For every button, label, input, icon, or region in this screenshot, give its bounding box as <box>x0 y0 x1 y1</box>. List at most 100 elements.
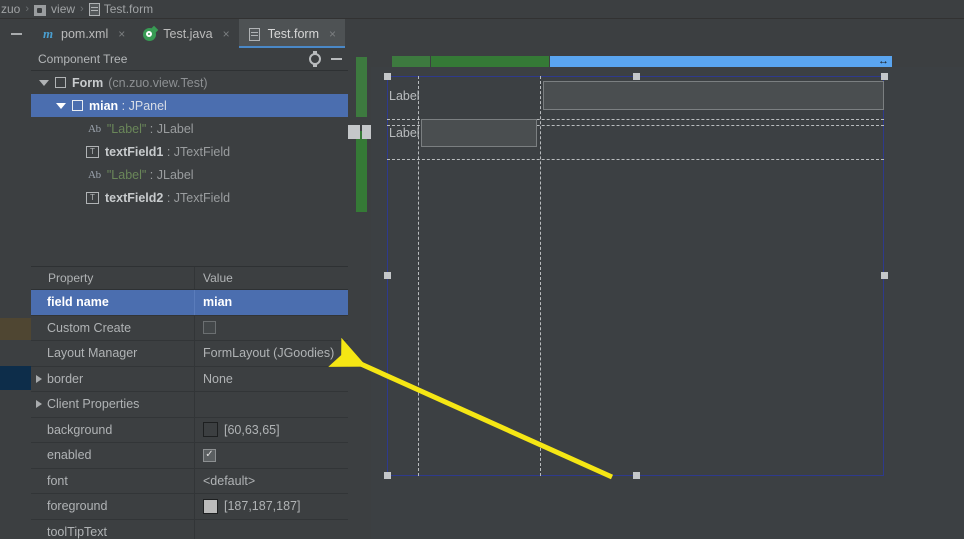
tree-item-label: "Label" <box>106 167 147 182</box>
color-value-label: [187,187,187] <box>224 499 301 514</box>
color-swatch <box>203 422 218 438</box>
chevron-down-icon[interactable] <box>39 79 49 86</box>
form-designer[interactable]: ↔ Label Label <box>348 48 964 539</box>
horizontal-ruler[interactable]: ↔ <box>392 56 892 67</box>
tab-test-form[interactable]: Test.form × <box>238 19 346 48</box>
chevron-right-icon[interactable] <box>36 374 42 383</box>
property-value[interactable] <box>195 392 348 417</box>
property-name: foreground <box>31 494 195 519</box>
textfield-icon: T <box>86 145 99 158</box>
design-textfield2[interactable] <box>421 119 537 147</box>
column-header-property: Property <box>31 267 195 289</box>
tab-test-java[interactable]: Test.java × <box>134 19 238 48</box>
hruler-segment[interactable] <box>392 56 430 67</box>
form-file-icon <box>88 2 100 16</box>
property-row-custom-create[interactable]: Custom Create <box>31 315 348 341</box>
form-file-icon <box>248 27 262 41</box>
tree-row-textfield1[interactable]: T textField1 : JTextField <box>31 140 348 163</box>
tree-row-mian[interactable]: mian : JPanel <box>31 94 348 117</box>
property-table-header: Property Value <box>31 266 348 290</box>
breadcrumb-item-zuo[interactable]: zuo <box>1 2 20 16</box>
tree-item-label: mian <box>89 98 119 113</box>
resize-handle-s[interactable] <box>633 472 640 479</box>
resize-handle-nw[interactable] <box>384 73 391 80</box>
design-label-1[interactable]: Label <box>389 89 420 103</box>
property-value[interactable]: <default> <box>195 469 348 494</box>
vertical-ruler[interactable] <box>348 57 374 212</box>
resize-handle-e[interactable] <box>881 272 888 279</box>
ide-window: zuo › view › Test.form m pom.xml × Test.… <box>0 0 964 539</box>
resize-handle-w[interactable] <box>384 272 391 279</box>
tab-label: Test.form <box>267 26 320 41</box>
design-surface[interactable]: ↔ Label Label <box>371 56 964 539</box>
breadcrumb-item-view[interactable]: view <box>34 2 75 16</box>
tree-row-form[interactable]: Form (cn.zuo.view.Test) <box>31 71 348 94</box>
property-value[interactable] <box>195 316 348 341</box>
resize-handle-n[interactable] <box>633 73 640 80</box>
checkbox-unchecked-icon[interactable] <box>203 321 216 335</box>
textfield-icon: T <box>86 191 99 204</box>
breadcrumb-label: view <box>51 2 76 16</box>
property-row-background[interactable]: background [60,63,65] <box>31 417 348 443</box>
property-value[interactable]: [60,63,65] <box>195 418 348 443</box>
property-value[interactable]: ✓ <box>195 443 348 468</box>
chevron-right-icon[interactable] <box>36 400 42 409</box>
property-row-client-properties[interactable]: Client Properties <box>31 392 348 418</box>
component-tree[interactable]: Form (cn.zuo.view.Test) mian : JPanel Ab… <box>31 71 348 267</box>
design-textfield1[interactable] <box>543 81 884 110</box>
property-value[interactable]: mian <box>195 290 348 315</box>
tab-pom-xml[interactable]: m pom.xml × <box>32 19 134 48</box>
component-tree-header: Component Tree <box>31 48 348 71</box>
property-row-enabled[interactable]: enabled ✓ <box>31 443 348 469</box>
tree-item-type: : JLabel <box>146 167 194 182</box>
tree-item-label: textField2 <box>105 190 164 205</box>
tree-row-label-1[interactable]: Ab "Label" : JLabel <box>31 117 348 140</box>
tree-row-textfield2[interactable]: T textField2 : JTextField <box>31 186 348 209</box>
property-row-tooltiptext[interactable]: toolTipText <box>31 519 348 539</box>
resize-handle-ne[interactable] <box>881 73 888 80</box>
tree-item-type: : JPanel <box>118 98 167 113</box>
property-row-field-name[interactable]: field name mian <box>31 290 348 316</box>
minimize-icon[interactable] <box>331 58 342 60</box>
property-row-layout-manager[interactable]: Layout Manager FormLayout (JGoodies) <box>31 341 348 367</box>
gear-icon[interactable] <box>309 53 321 65</box>
property-value[interactable]: FormLayout (JGoodies) <box>195 341 348 366</box>
package-icon <box>34 3 47 16</box>
color-value-label: [60,63,65] <box>224 422 280 437</box>
property-row-foreground[interactable]: foreground [187,187,187] <box>31 494 348 520</box>
design-label-2[interactable]: Label <box>389 126 420 140</box>
property-value[interactable]: [187,187,187] <box>195 494 348 519</box>
color-swatch <box>203 498 218 514</box>
tree-item-type: : JTextField <box>163 190 231 205</box>
property-value[interactable] <box>195 520 348 539</box>
vruler-segment[interactable] <box>356 57 367 117</box>
property-name-label: border <box>47 371 84 386</box>
property-name: field name <box>31 290 195 315</box>
property-value[interactable]: None <box>195 367 348 392</box>
hruler-segment-selected[interactable]: ↔ <box>550 56 892 67</box>
tree-item-label: "Label" <box>106 121 147 136</box>
property-name: background <box>31 417 195 442</box>
tree-row-label-2[interactable]: Ab "Label" : JLabel <box>31 163 348 186</box>
chevron-down-icon[interactable] <box>56 102 66 109</box>
tab-label: Test.java <box>163 26 213 41</box>
resize-horizontal-icon[interactable]: ↔ <box>877 56 890 67</box>
gutter-band-modified <box>0 318 31 340</box>
close-icon[interactable]: × <box>118 27 125 41</box>
close-icon[interactable]: × <box>329 27 336 41</box>
hruler-segment[interactable] <box>431 56 549 67</box>
property-name: Custom Create <box>31 315 195 340</box>
property-row-font[interactable]: font <default> <box>31 468 348 494</box>
collapse-all-button[interactable] <box>0 19 32 48</box>
column-header-value: Value <box>203 271 233 285</box>
maven-icon: m <box>42 25 54 41</box>
property-row-border[interactable]: border None <box>31 366 348 392</box>
vruler-segment[interactable] <box>356 131 367 212</box>
checkbox-checked-icon[interactable]: ✓ <box>203 448 216 462</box>
tree-item-type: (cn.zuo.view.Test) <box>108 75 208 90</box>
close-icon[interactable]: × <box>223 27 230 41</box>
checkbox-icon <box>72 100 83 111</box>
property-name-label: Client Properties <box>47 397 140 412</box>
breadcrumb-item-testform[interactable]: Test.form <box>88 2 153 16</box>
resize-handle-sw[interactable] <box>384 472 391 479</box>
